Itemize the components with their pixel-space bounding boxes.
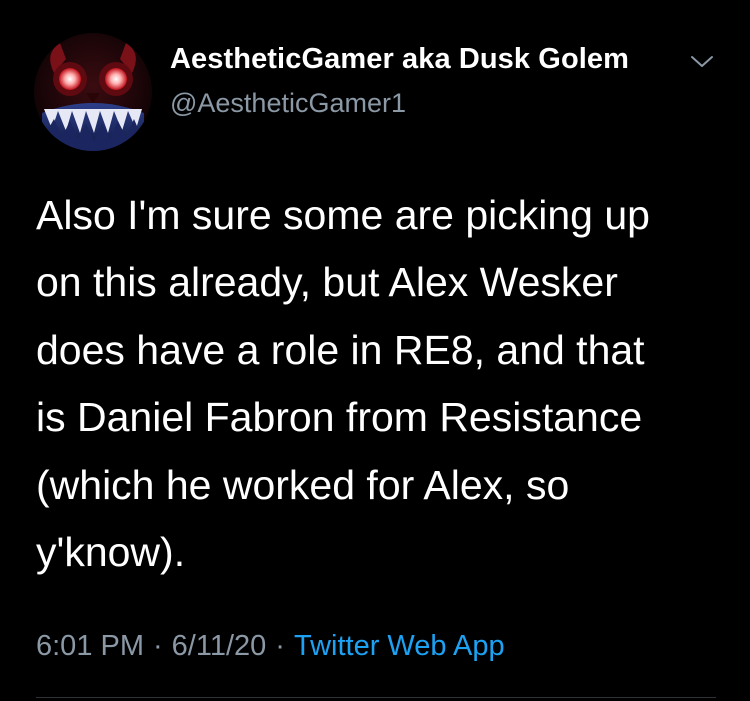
tweet-text-line: is Daniel Fabron from Resistance — [36, 394, 643, 441]
chevron-down-icon[interactable] — [689, 52, 715, 70]
tweet-date[interactable]: 6/11/20 — [172, 630, 267, 662]
tweet-text: Also I'm sure some are picking up on thi… — [36, 182, 736, 586]
divider — [36, 697, 716, 698]
demon-face-avatar-icon — [34, 33, 152, 151]
tweet-time[interactable]: 6:01 PM — [36, 630, 144, 662]
author-display-name[interactable]: AestheticGamer aka Dusk Golem — [170, 43, 629, 76]
tweet-text-line: Also I'm sure some are picking up — [36, 192, 650, 238]
separator-dot: · — [275, 630, 285, 662]
author-handle[interactable]: @AestheticGamer1 — [170, 88, 406, 119]
tweet-text-line: y'know). — [36, 529, 186, 576]
tweet-text-line: on this already, but Alex Wesker — [36, 259, 618, 306]
tweet-source-link[interactable]: Twitter Web App — [294, 630, 505, 662]
avatar[interactable] — [34, 33, 152, 151]
tweet: AestheticGamer aka Dusk Golem @Aesthetic… — [0, 0, 750, 701]
tweet-text-line: does have a role in RE8, and that — [36, 326, 645, 373]
tweet-metadata: 6:01 PM · 6/11/20 · Twitter Web App — [36, 630, 505, 663]
tweet-text-line: (which he worked for Alex, so — [36, 461, 570, 508]
separator-dot: · — [153, 630, 163, 662]
